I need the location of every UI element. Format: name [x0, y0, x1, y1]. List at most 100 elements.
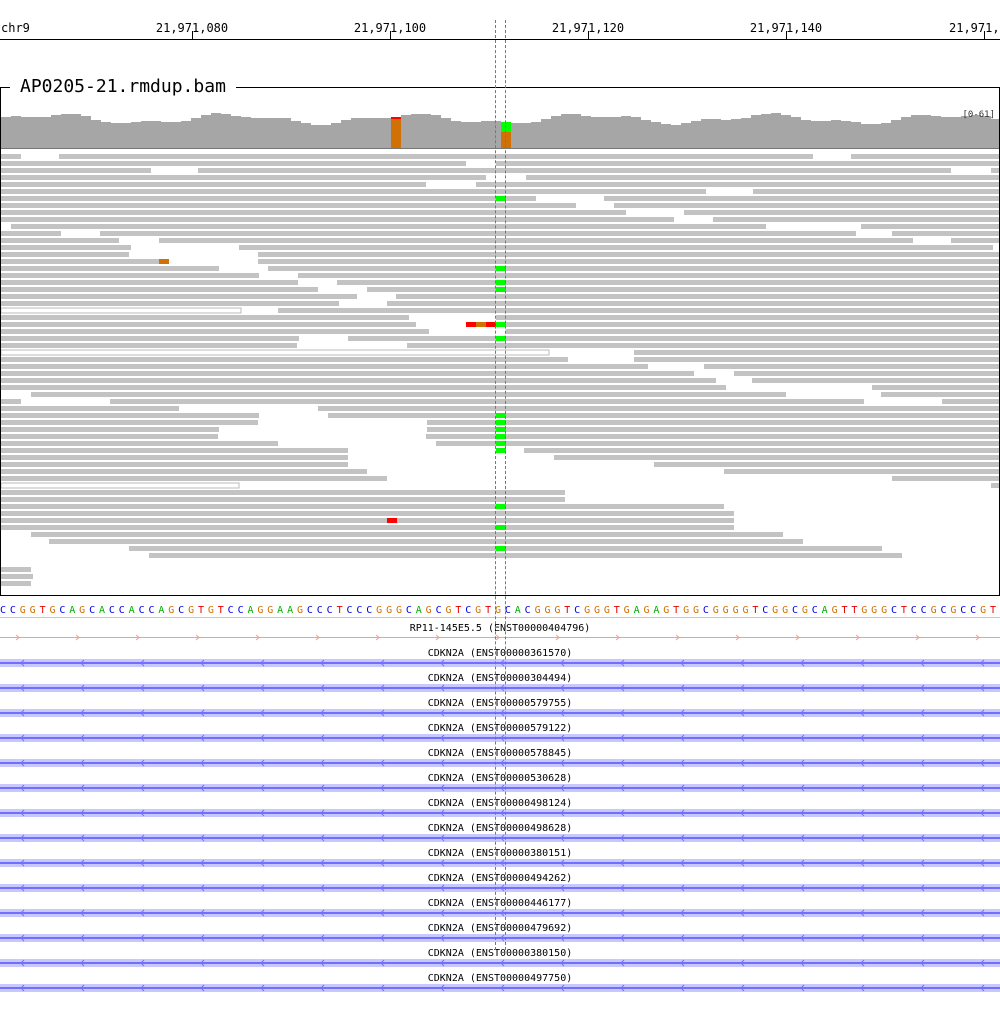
aligned-read[interactable] — [318, 406, 999, 411]
aligned-read[interactable] — [1, 273, 259, 278]
aligned-read[interactable] — [268, 266, 999, 271]
gene-feature[interactable] — [0, 657, 1000, 669]
aligned-read[interactable] — [436, 441, 999, 446]
aligned-read[interactable] — [524, 448, 999, 453]
aligned-read[interactable] — [31, 532, 783, 537]
aligned-read[interactable] — [1, 315, 409, 320]
aligned-read[interactable] — [1, 168, 151, 173]
aligned-read[interactable] — [753, 189, 999, 194]
aligned-read[interactable] — [1, 399, 21, 404]
aligned-read[interactable] — [367, 287, 999, 292]
gene-feature[interactable] — [0, 707, 1000, 719]
aligned-read[interactable] — [1, 266, 219, 271]
aligned-read[interactable] — [427, 427, 999, 432]
aligned-read[interactable] — [724, 469, 999, 474]
aligned-read[interactable] — [1, 301, 339, 306]
aligned-read[interactable] — [1, 349, 550, 356]
aligned-read[interactable] — [554, 455, 999, 460]
aligned-read[interactable] — [614, 203, 999, 208]
gene-feature[interactable] — [0, 907, 1000, 919]
aligned-read[interactable] — [159, 238, 913, 243]
aligned-read[interactable] — [1, 182, 426, 187]
aligned-read[interactable] — [387, 301, 999, 306]
aligned-read[interactable] — [1, 567, 31, 572]
aligned-read[interactable] — [258, 252, 999, 257]
aligned-read[interactable] — [496, 315, 999, 320]
aligned-read[interactable] — [100, 231, 856, 236]
aligned-read[interactable] — [427, 420, 999, 425]
aligned-read[interactable] — [1, 357, 568, 362]
aligned-read[interactable] — [526, 175, 999, 180]
aligned-read[interactable] — [1, 441, 278, 446]
aligned-read[interactable] — [1, 574, 33, 579]
aligned-read[interactable] — [1, 490, 565, 495]
aligned-read[interactable] — [298, 273, 999, 278]
aligned-read[interactable] — [59, 154, 813, 159]
gene-feature[interactable] — [0, 682, 1000, 694]
aligned-read[interactable] — [407, 343, 999, 348]
aligned-read[interactable] — [704, 364, 999, 369]
aligned-read[interactable] — [1, 511, 734, 516]
aligned-read[interactable] — [1, 427, 219, 432]
aligned-read[interactable] — [634, 357, 999, 362]
gene-feature[interactable] — [0, 732, 1000, 744]
gene-feature[interactable] — [0, 932, 1000, 944]
aligned-read[interactable] — [881, 392, 999, 397]
aligned-read[interactable] — [337, 280, 999, 285]
aligned-read[interactable] — [1, 371, 694, 376]
aligned-read[interactable] — [942, 399, 999, 404]
aligned-read[interactable] — [1, 385, 726, 390]
aligned-read[interactable] — [110, 399, 864, 404]
aligned-read[interactable] — [1, 259, 159, 264]
aligned-read[interactable] — [1, 434, 218, 439]
aligned-read[interactable] — [872, 385, 999, 390]
genomic-ruler[interactable]: chr9 21,971,080 21,971,100 21,971,120 21… — [0, 0, 1000, 40]
gene-feature[interactable] — [0, 857, 1000, 869]
aligned-read[interactable] — [1, 203, 576, 208]
aligned-read[interactable] — [1, 518, 734, 523]
gene-feature[interactable] — [0, 982, 1000, 994]
aligned-read[interactable] — [1, 322, 416, 327]
aligned-read[interactable] — [991, 168, 999, 173]
aligned-read[interactable] — [861, 224, 999, 229]
gene-feature[interactable] — [0, 782, 1000, 794]
gene-feature[interactable] — [0, 957, 1000, 969]
aligned-read[interactable] — [1, 307, 242, 314]
gene-feature[interactable] — [0, 807, 1000, 819]
aligned-read[interactable] — [713, 217, 999, 222]
aligned-read[interactable] — [1, 482, 240, 489]
aligned-read[interactable] — [426, 434, 999, 439]
aligned-read[interactable] — [1, 378, 716, 383]
aligned-read[interactable] — [991, 483, 999, 488]
aligned-read[interactable] — [1, 231, 61, 236]
aligned-read[interactable] — [892, 231, 999, 236]
aligned-read[interactable] — [1, 294, 357, 299]
aligned-read[interactable] — [149, 553, 902, 558]
aligned-read[interactable] — [1, 210, 626, 215]
aligned-read[interactable] — [1, 336, 299, 341]
aligned-read[interactable] — [1, 161, 466, 166]
aligned-read[interactable] — [734, 371, 999, 376]
gene-feature[interactable] — [0, 832, 1000, 844]
aligned-read[interactable] — [1, 420, 258, 425]
aligned-read[interactable] — [1, 455, 348, 460]
aligned-read[interactable] — [476, 182, 999, 187]
aligned-read[interactable] — [258, 259, 999, 264]
aligned-read[interactable] — [892, 476, 999, 481]
aligned-read[interactable] — [1, 497, 565, 502]
aligned-read[interactable] — [1, 238, 119, 243]
aligned-read[interactable] — [239, 245, 993, 250]
aligned-read[interactable] — [634, 350, 999, 355]
aligned-read[interactable] — [752, 378, 999, 383]
aligned-read[interactable] — [1, 406, 179, 411]
aligned-read[interactable] — [1, 245, 131, 250]
aligned-read[interactable] — [684, 210, 999, 215]
aligned-read[interactable] — [654, 462, 999, 467]
aligned-read[interactable] — [1, 189, 706, 194]
aligned-read[interactable] — [1, 196, 536, 201]
aligned-read[interactable] — [1, 175, 486, 180]
gene-annotation-track[interactable]: RP11-145E5.5 (ENST00000404796) CDKN2A (EN… — [0, 620, 1000, 1000]
aligned-read[interactable] — [278, 308, 999, 313]
aligned-read[interactable] — [1, 504, 724, 509]
aligned-read[interactable] — [396, 294, 999, 299]
